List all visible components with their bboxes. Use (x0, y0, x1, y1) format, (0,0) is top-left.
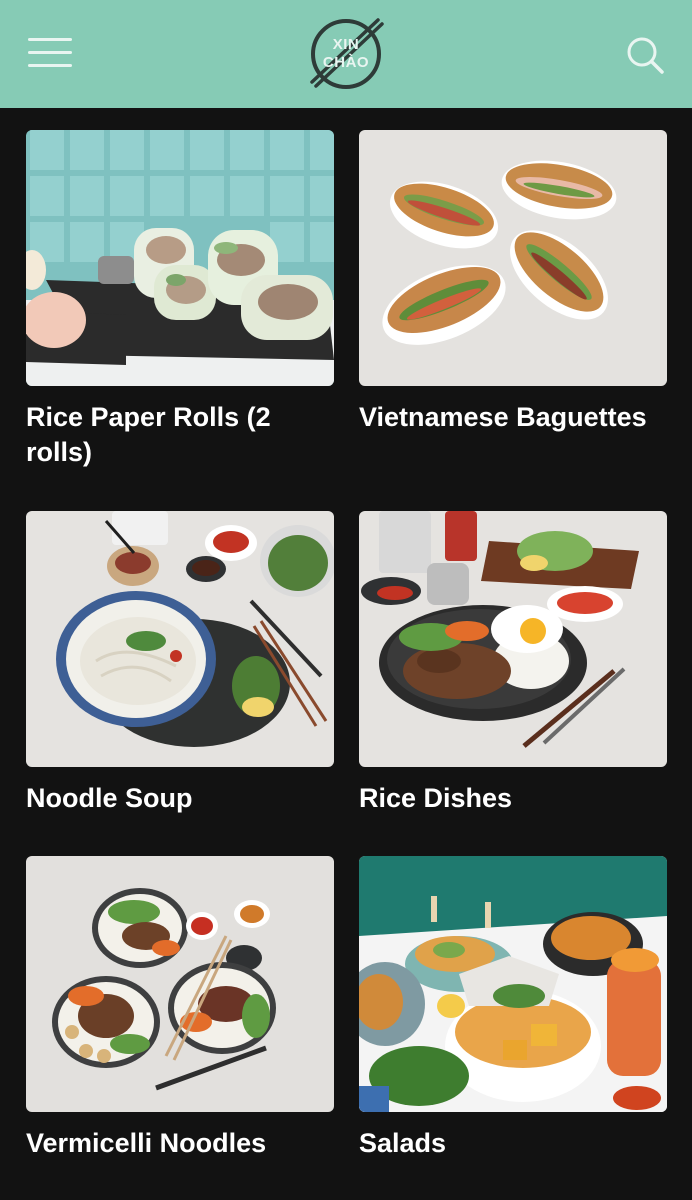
noodle-soup-photo (26, 511, 334, 767)
search-button[interactable] (618, 28, 670, 80)
app-header: XIN CHÀO (0, 0, 692, 108)
category-card-vermicelli-noodles[interactable]: Vermicelli Noodles (26, 856, 334, 1161)
brand-logo[interactable]: XIN CHÀO (304, 12, 388, 96)
category-grid: Rice Paper Rolls (2 rolls) Vietnamese Ba… (0, 108, 692, 1200)
hamburger-menu-icon (28, 38, 72, 41)
vietnamese-baguettes-photo (359, 130, 667, 386)
rice-paper-rolls-photo (26, 130, 334, 386)
menu-button[interactable] (22, 30, 78, 74)
salads-photo (359, 856, 667, 1112)
category-card-salads[interactable]: Salads (359, 856, 667, 1161)
logo-emblem-icon (310, 18, 384, 89)
hamburger-menu-icon-bar (28, 51, 72, 54)
category-card-vietnamese-baguettes[interactable]: Vietnamese Baguettes (359, 130, 667, 435)
category-title: Salads (359, 1128, 447, 1158)
vermicelli-noodles-photo (26, 856, 334, 1112)
category-title: Vietnamese Baguettes (359, 402, 647, 432)
category-title: Noodle Soup (26, 783, 193, 813)
category-title: Rice Dishes (359, 783, 513, 813)
search-icon (627, 37, 664, 74)
category-card-noodle-soup[interactable]: Noodle Soup (26, 511, 334, 816)
category-card-rice-dishes[interactable]: Rice Dishes (359, 511, 667, 816)
hamburger-menu-icon-bar (28, 64, 72, 67)
rice-dishes-photo (359, 511, 667, 767)
category-title: Vermicelli Noodles (26, 1128, 267, 1158)
category-card-rice-paper-rolls[interactable]: Rice Paper Rolls (2 rolls) (26, 130, 334, 470)
category-title: Rice Paper Rolls (2 rolls) (26, 402, 271, 467)
